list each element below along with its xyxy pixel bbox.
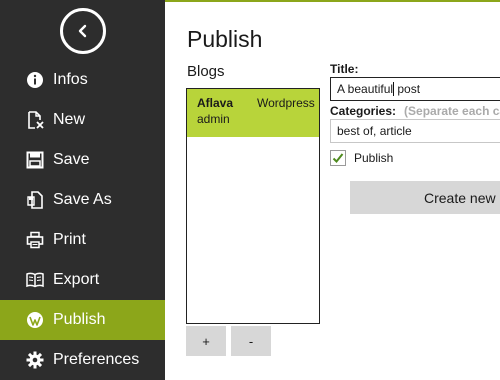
sidebar-item-label: Save As <box>53 191 112 208</box>
add-blog-button[interactable]: + <box>186 326 226 356</box>
publish-checkbox-label: Publish <box>354 151 394 165</box>
sidebar-item-label: New <box>53 111 86 128</box>
blog-name: Aflava <box>197 96 234 110</box>
checkmark-icon <box>332 153 344 163</box>
sidebar-item-label: Save <box>53 151 90 168</box>
sidebar-item-publish[interactable]: Publish <box>0 300 165 340</box>
categories-label: Categories: <box>330 104 397 118</box>
sidebar-item-export[interactable]: Export <box>0 260 165 300</box>
remove-blog-button[interactable]: - <box>231 326 271 356</box>
sidebar-item-label: Infos <box>53 71 88 88</box>
save-as-icon <box>26 191 44 209</box>
create-new-post-button[interactable]: Create new p <box>350 181 500 214</box>
sidebar-item-preferences[interactable]: Preferences <box>0 340 165 380</box>
title-label: Title: <box>330 62 359 76</box>
blog-user: admin <box>197 112 230 126</box>
publish-checkbox[interactable] <box>330 150 346 166</box>
blog-list[interactable]: Aflava Wordpress admin <box>186 88 320 324</box>
info-icon <box>26 71 44 89</box>
publish-checkbox-row[interactable]: Publish <box>330 150 393 166</box>
sidebar-item-label: Publish <box>53 311 106 328</box>
sidebar-item-infos[interactable]: Infos <box>0 60 165 100</box>
title-value-end: post <box>394 82 421 96</box>
categories-label-row: Categories: (Separate each cat <box>330 104 500 118</box>
categories-input[interactable]: best of, article <box>330 119 500 143</box>
blog-engine: Wordpress <box>257 96 315 110</box>
back-arrow-icon <box>78 24 87 38</box>
new-document-icon <box>26 111 44 129</box>
sidebar-item-label: Preferences <box>53 351 140 368</box>
title-value-start: A beautiful <box>337 82 394 96</box>
sidebar-item-save-as[interactable]: Save As <box>0 180 165 220</box>
title-input[interactable]: A beautiful post <box>330 77 500 101</box>
export-icon <box>26 271 44 289</box>
sidebar-item-print[interactable]: Print <box>0 220 165 260</box>
wordpress-icon <box>26 311 44 329</box>
list-item[interactable]: Aflava Wordpress admin <box>187 89 319 137</box>
print-icon <box>26 231 44 249</box>
sidebar-item-label: Export <box>53 271 100 288</box>
back-button[interactable] <box>60 8 106 54</box>
sidebar: Infos New Save Save As Print Export Publ… <box>0 0 165 380</box>
accent-line <box>165 0 500 2</box>
gear-icon <box>26 351 44 369</box>
sidebar-item-save[interactable]: Save <box>0 140 165 180</box>
sidebar-menu: Infos New Save Save As Print Export Publ… <box>0 60 165 380</box>
blogs-label: Blogs <box>187 63 225 80</box>
page-title: Publish <box>187 26 263 52</box>
save-icon <box>26 151 44 169</box>
sidebar-item-new[interactable]: New <box>0 100 165 140</box>
categories-hint: (Separate each cat <box>404 104 500 118</box>
sidebar-item-label: Print <box>53 231 86 248</box>
